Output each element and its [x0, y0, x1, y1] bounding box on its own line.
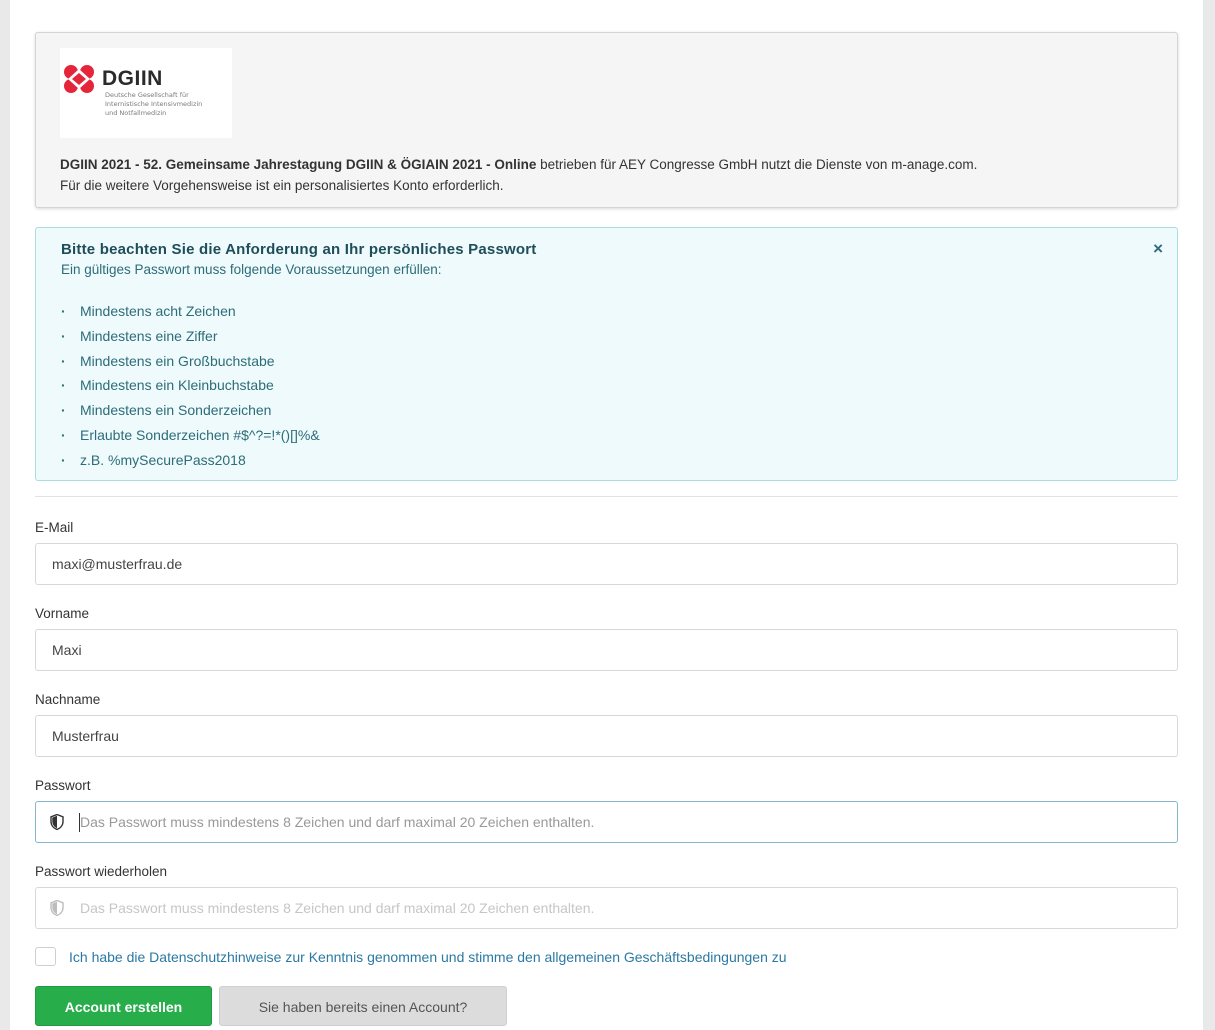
org-logo: DGIIN Deutsche Gesellschaft für Internis…: [60, 48, 232, 138]
password-field[interactable]: Das Passwort muss mindestens 8 Zeichen u…: [35, 801, 1178, 843]
password-label: Passwort: [35, 778, 91, 793]
email-label: E-Mail: [35, 520, 74, 535]
close-icon[interactable]: ×: [1153, 240, 1163, 257]
password-repeat-field[interactable]: Das Passwort muss mindestens 8 Zeichen u…: [35, 887, 1178, 929]
list-item: Mindestens eine Ziffer: [61, 324, 320, 349]
list-item: Mindestens ein Großbuchstabe: [61, 349, 320, 374]
requirements-list: Mindestens acht Zeichen Mindestens eine …: [61, 299, 320, 473]
list-item: Mindestens ein Kleinbuchstabe: [61, 373, 320, 398]
password-requirements-alert: Bitte beachten Sie die Anforderung an Ih…: [35, 227, 1178, 481]
existing-account-button[interactable]: Sie haben bereits einen Account?: [219, 986, 507, 1026]
list-item: Mindestens ein Sonderzeichen: [61, 398, 320, 423]
alert-title: Bitte beachten Sie die Anforderung an Ih…: [61, 241, 537, 258]
lastname-label: Nachname: [35, 692, 101, 707]
congress-name: DGIIN 2021 - 52. Gemeinsame Jahrestagung…: [60, 157, 537, 172]
list-item: Mindestens acht Zeichen: [61, 299, 320, 324]
alert-subtitle: Ein gültiges Passwort muss folgende Vora…: [61, 262, 442, 277]
registration-page: DGIIN Deutsche Gesellschaft für Internis…: [10, 0, 1203, 1030]
list-item: Erlaubte Sonderzeichen #$^?=!*()[]%&: [61, 423, 320, 448]
organization-card: DGIIN Deutsche Gesellschaft für Internis…: [35, 32, 1178, 208]
consent-label[interactable]: Ich habe die Datenschutzhinweise zur Ken…: [69, 949, 787, 965]
logo-subtitle: Deutsche Gesellschaft für Internistische…: [105, 91, 203, 117]
logo-name: DGIIN: [102, 67, 163, 90]
lastname-field[interactable]: Musterfrau: [35, 715, 1178, 757]
dgiin-emblem-icon: [64, 65, 94, 93]
shield-icon: [50, 900, 64, 916]
firstname-label: Vorname: [35, 606, 90, 621]
intro-line-2: Für die weitere Vorgehensweise ist ein p…: [60, 178, 504, 193]
intro-rest: betrieben für AEY Congresse GmbH nutzt d…: [536, 157, 978, 172]
create-account-button[interactable]: Account erstellen: [35, 986, 212, 1026]
consent-checkbox[interactable]: [35, 947, 56, 966]
org-intro-text: DGIIN 2021 - 52. Gemeinsame Jahrestagung…: [60, 154, 1160, 196]
password-placeholder: Das Passwort muss mindestens 8 Zeichen u…: [80, 814, 595, 830]
password-repeat-placeholder: Das Passwort muss mindestens 8 Zeichen u…: [80, 900, 595, 916]
password-repeat-label: Passwort wiederholen: [35, 864, 168, 879]
section-divider: [35, 496, 1178, 497]
email-field[interactable]: maxi@musterfrau.de: [35, 543, 1178, 585]
list-item: z.B. %mySecurePass2018: [61, 448, 320, 473]
shield-icon: [50, 814, 64, 830]
firstname-field[interactable]: Maxi: [35, 629, 1178, 671]
